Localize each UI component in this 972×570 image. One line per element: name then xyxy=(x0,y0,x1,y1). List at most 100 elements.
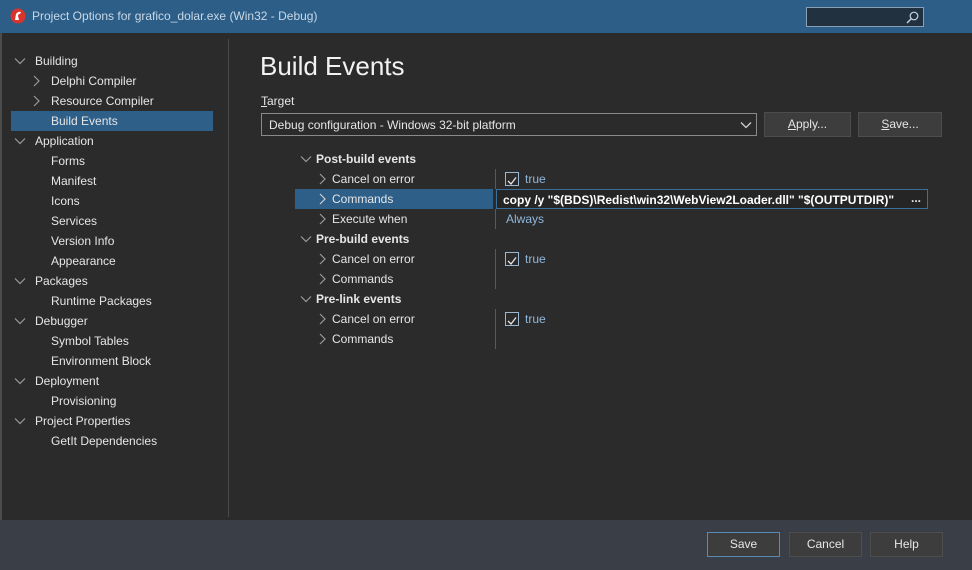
prop-name: Commands xyxy=(332,332,394,346)
chevron-right-icon[interactable] xyxy=(30,75,42,87)
tree-item-label: Appearance xyxy=(51,254,116,268)
tree-item-label: Runtime Packages xyxy=(51,294,152,308)
tree-item-version-info[interactable]: Version Info xyxy=(2,231,218,251)
checkmark-icon xyxy=(507,317,517,325)
tree-item-resource-compiler[interactable]: Resource Compiler xyxy=(2,91,218,111)
window-title: Project Options for grafico_dolar.exe (W… xyxy=(32,9,318,23)
tree-item-label: Version Info xyxy=(51,234,115,248)
chevron-right-icon[interactable] xyxy=(316,193,328,205)
tree-item-label: Services xyxy=(51,214,98,228)
panel-divider[interactable] xyxy=(228,39,229,517)
tree-item-build-events[interactable]: Build Events xyxy=(11,111,213,131)
tree-item-runtime-packages[interactable]: Runtime Packages xyxy=(2,291,218,311)
tree-item-label: Application xyxy=(35,134,94,148)
commands-edit-field[interactable]: copy /y "$(BDS)\Redist\win32\WebView2Loa… xyxy=(496,189,928,209)
chevron-right-icon[interactable] xyxy=(30,95,42,107)
prop-name: Cancel on error xyxy=(332,252,415,266)
save-button[interactable]: Save xyxy=(707,532,780,557)
tree-item-packages[interactable]: Packages xyxy=(2,271,218,291)
tree-item-appearance[interactable]: Appearance xyxy=(2,251,218,271)
help-button[interactable]: Help xyxy=(870,532,943,557)
prop-pre-cancel-on-error[interactable]: Cancel on error true xyxy=(292,249,926,269)
tree-item-getit-dependencies[interactable]: GetIt Dependencies xyxy=(2,431,218,451)
prop-link-cancel-on-error[interactable]: Cancel on error true xyxy=(292,309,926,329)
page-title: Build Events xyxy=(260,51,405,81)
target-label: Target xyxy=(261,94,294,108)
chevron-down-icon[interactable] xyxy=(740,119,752,131)
prop-pre-commands[interactable]: Commands xyxy=(292,269,926,289)
chevron-right-icon[interactable] xyxy=(316,253,328,265)
tree-item-building[interactable]: Building xyxy=(2,51,218,71)
commands-value: copy /y "$(BDS)\Redist\win32\WebView2Loa… xyxy=(503,193,895,207)
options-tree[interactable]: Building Delphi Compiler Resource Compil… xyxy=(2,51,218,451)
group-post-build[interactable]: Post-build events xyxy=(292,149,926,169)
dialog-body: Building Delphi Compiler Resource Compil… xyxy=(2,33,972,570)
chevron-down-icon[interactable] xyxy=(14,275,26,287)
chevron-down-icon[interactable] xyxy=(300,293,312,305)
tree-item-debugger[interactable]: Debugger xyxy=(2,311,218,331)
tree-item-provisioning[interactable]: Provisioning xyxy=(2,391,218,411)
chevron-down-icon[interactable] xyxy=(14,55,26,67)
chevron-right-icon[interactable] xyxy=(316,273,328,285)
prop-value: true xyxy=(525,172,546,186)
tree-item-label: Icons xyxy=(51,194,80,208)
chevron-down-icon[interactable] xyxy=(14,375,26,387)
search-icon xyxy=(906,11,919,24)
tree-item-label: Debugger xyxy=(35,314,88,328)
tree-item-icons[interactable]: Icons xyxy=(2,191,218,211)
tree-item-label: Project Properties xyxy=(35,414,131,428)
cancel-on-error-checkbox[interactable] xyxy=(505,312,519,326)
tree-item-forms[interactable]: Forms xyxy=(2,151,218,171)
prop-name: Cancel on error xyxy=(332,172,415,186)
group-label: Pre-build events xyxy=(316,232,410,246)
search-box[interactable] xyxy=(806,7,924,27)
group-pre-build[interactable]: Pre-build events xyxy=(292,229,926,249)
ellipsis-button[interactable]: ... xyxy=(911,188,921,208)
apply-button[interactable]: Apply... xyxy=(764,112,851,137)
prop-value: true xyxy=(525,252,546,266)
chevron-down-icon[interactable] xyxy=(14,415,26,427)
chevron-right-icon[interactable] xyxy=(316,213,328,225)
tree-item-manifest[interactable]: Manifest xyxy=(2,171,218,191)
checkmark-icon xyxy=(507,257,517,265)
chevron-right-icon[interactable] xyxy=(316,313,328,325)
tree-item-label: Symbol Tables xyxy=(51,334,129,348)
group-label: Pre-link events xyxy=(316,292,402,306)
tree-item-label: Delphi Compiler xyxy=(51,74,137,88)
target-select[interactable]: Debug configuration - Windows 32-bit pla… xyxy=(261,113,757,136)
prop-post-commands[interactable]: Commands copy /y "$(BDS)\Redist\win32\We… xyxy=(292,189,928,209)
tree-item-environment-block[interactable]: Environment Block xyxy=(2,351,218,371)
delphi-app-icon xyxy=(10,8,26,24)
target-label-rest: arget xyxy=(267,94,295,108)
chevron-down-icon[interactable] xyxy=(300,233,312,245)
group-label: Post-build events xyxy=(316,152,417,166)
tree-item-delphi-compiler[interactable]: Delphi Compiler xyxy=(2,71,218,91)
tree-item-project-properties[interactable]: Project Properties xyxy=(2,411,218,431)
title-bar: Project Options for grafico_dolar.exe (W… xyxy=(0,0,972,33)
save-target-button[interactable]: Save... xyxy=(858,112,942,137)
prop-name: Cancel on error xyxy=(332,312,415,326)
save-rest: ave... xyxy=(889,117,919,131)
chevron-down-icon[interactable] xyxy=(300,153,312,165)
tree-item-label: Provisioning xyxy=(51,394,117,408)
prop-post-cancel-on-error[interactable]: Cancel on error true xyxy=(292,169,926,189)
chevron-down-icon[interactable] xyxy=(14,135,26,147)
group-pre-link[interactable]: Pre-link events xyxy=(292,289,926,309)
tree-item-application[interactable]: Application xyxy=(2,131,218,151)
tree-item-services[interactable]: Services xyxy=(2,211,218,231)
tree-item-symbol-tables[interactable]: Symbol Tables xyxy=(2,331,218,351)
chevron-right-icon[interactable] xyxy=(316,333,328,345)
prop-value[interactable]: Always xyxy=(506,209,544,229)
cancel-on-error-checkbox[interactable] xyxy=(505,252,519,266)
tree-item-deployment[interactable]: Deployment xyxy=(2,371,218,391)
prop-name: Commands xyxy=(332,192,394,206)
chevron-right-icon[interactable] xyxy=(316,173,328,185)
prop-name: Commands xyxy=(332,272,394,286)
prop-link-commands[interactable]: Commands xyxy=(292,329,926,349)
prop-post-execute-when[interactable]: Execute when Always xyxy=(292,209,926,229)
property-grid[interactable]: Post-build events Cancel on error true C… xyxy=(292,149,928,349)
cancel-button[interactable]: Cancel xyxy=(789,532,862,557)
apply-rest: pply... xyxy=(795,117,828,131)
cancel-on-error-checkbox[interactable] xyxy=(505,172,519,186)
chevron-down-icon[interactable] xyxy=(14,315,26,327)
